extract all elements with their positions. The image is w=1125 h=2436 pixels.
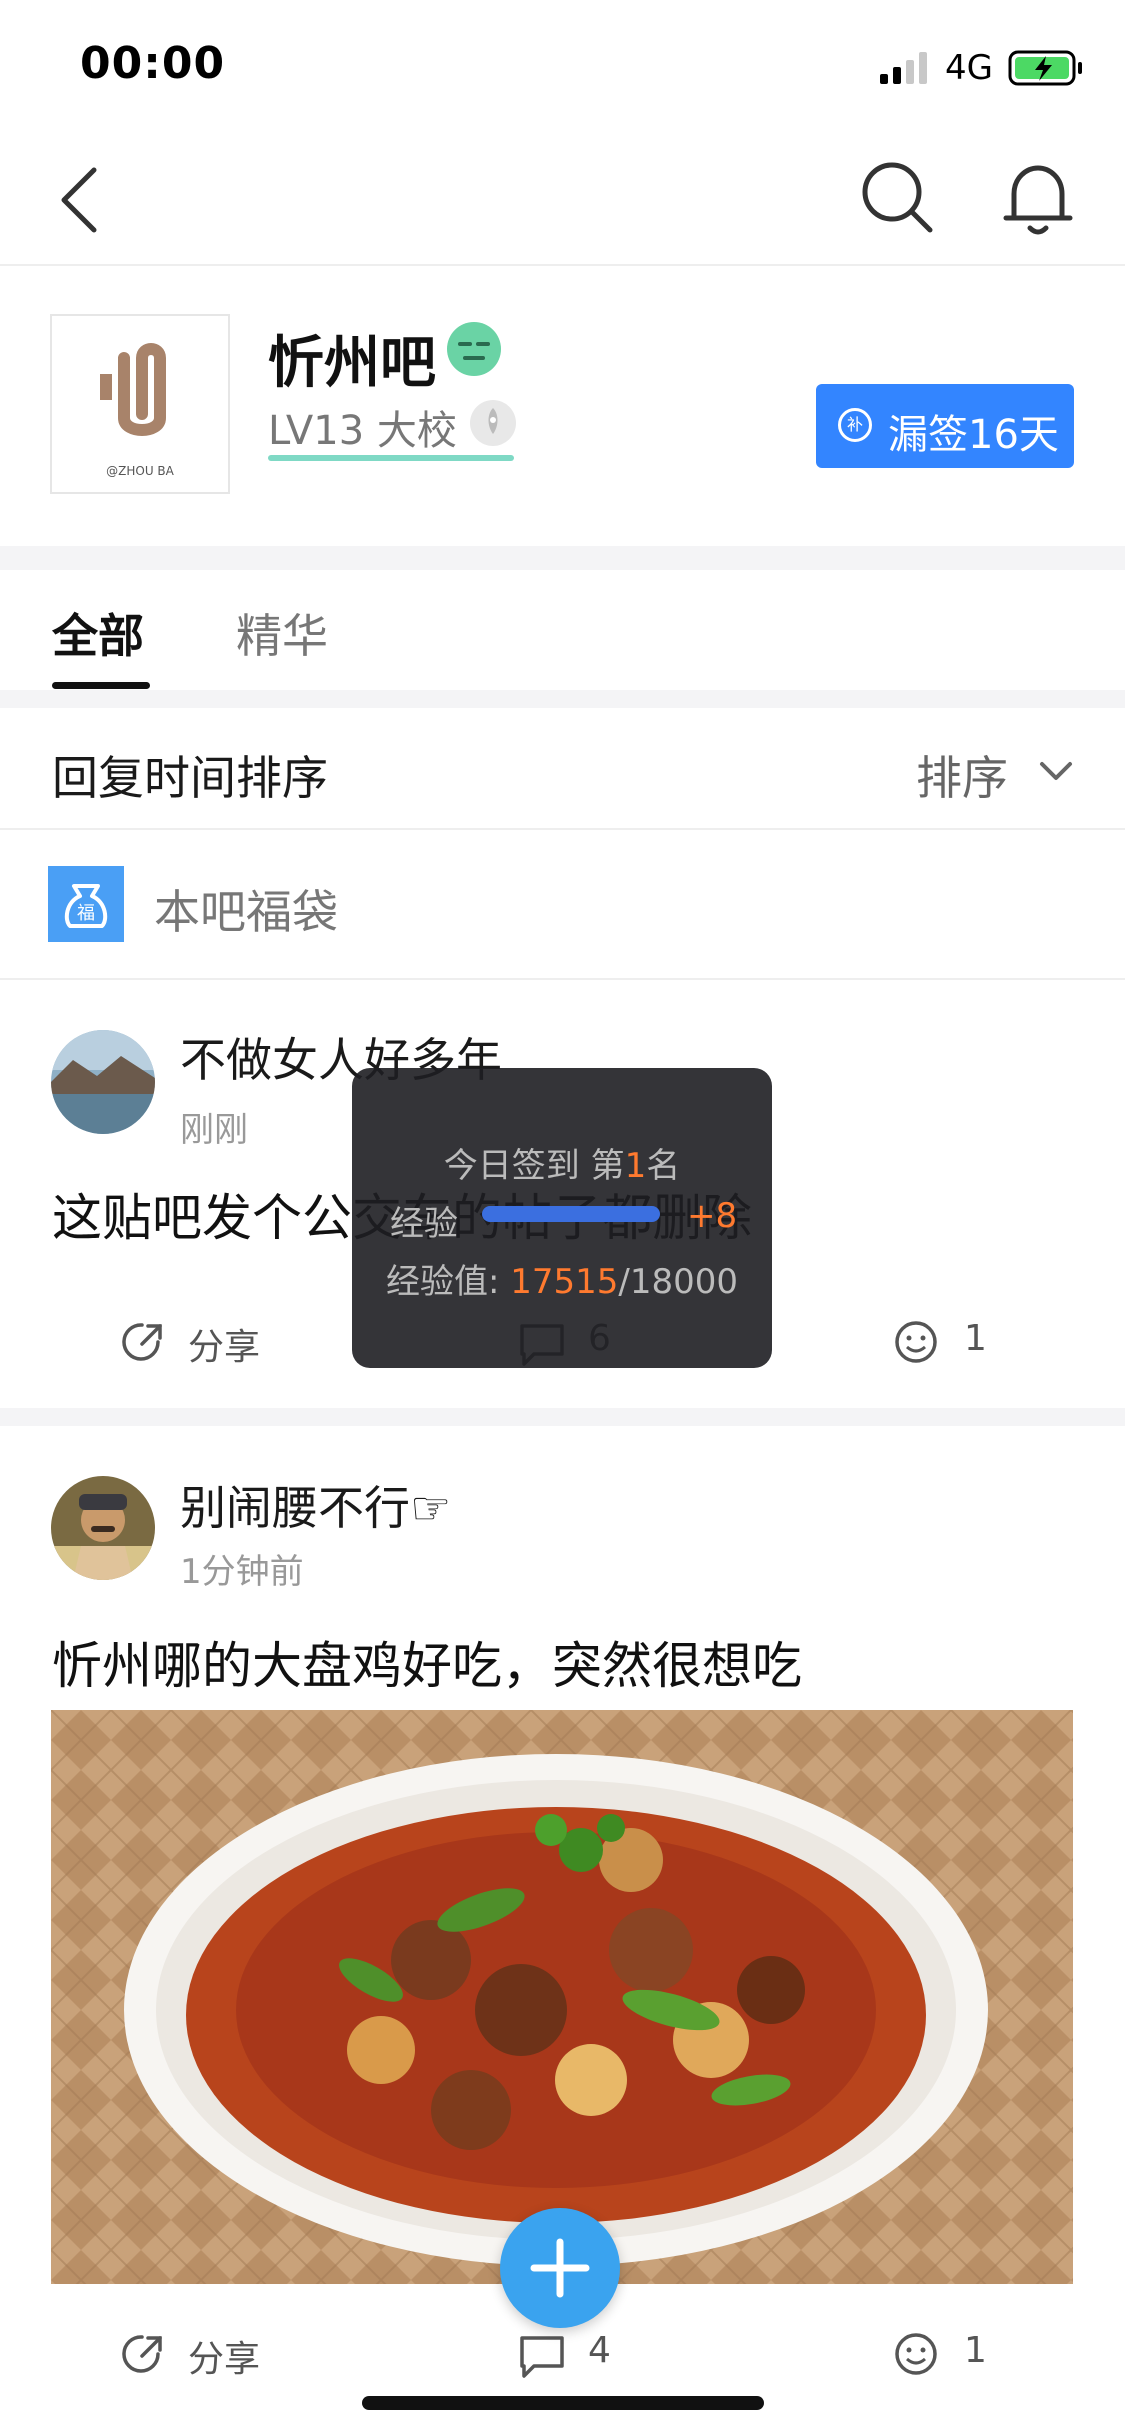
toast-exp-bar (482, 1206, 660, 1222)
toast-exp-value: 经验值: 17515/18000 (352, 1254, 772, 1303)
bell-icon[interactable] (1000, 158, 1076, 238)
tab-active-indicator (52, 682, 150, 689)
status-time: 00:00 (80, 38, 226, 89)
post-time: 1分钟前 (180, 1552, 304, 1592)
nav-divider (0, 264, 1125, 266)
forum-level: LV13 大校 (268, 408, 457, 454)
forum-name: 忻州吧 (268, 331, 436, 396)
home-indicator[interactable] (362, 2396, 764, 2410)
toast-exp-value-label: 经验值: (385, 1262, 511, 1302)
search-icon[interactable] (860, 160, 934, 234)
comment-icon[interactable] (518, 2332, 566, 2380)
avatar[interactable] (51, 1030, 155, 1134)
like-face-icon[interactable] (892, 1318, 940, 1366)
check-in-toast: 今日签到 第1名 经验 +8 经验值: 17515/18000 (352, 1068, 772, 1368)
toast-exp-current: 17515 (510, 1262, 619, 1302)
sign-in-button[interactable]: 补 漏签16天 (816, 384, 1074, 468)
section-gap (0, 546, 1125, 570)
toast-rank-line: 今日签到 第1名 (352, 1138, 772, 1187)
post-image[interactable] (51, 1710, 1073, 2284)
tab-all[interactable]: 全部 (52, 600, 144, 666)
lucky-bag-icon[interactable]: 福 (48, 866, 124, 942)
post-username[interactable]: 别闹腰不行☞ (180, 1472, 451, 1538)
chevron-down-icon[interactable] (1036, 752, 1076, 792)
tab-featured[interactable]: 精华 (236, 600, 328, 666)
rocket-icon (470, 400, 516, 446)
lucky-bag-label[interactable]: 本吧福袋 (154, 876, 338, 942)
sign-in-label: 漏签16天 (888, 412, 1059, 458)
share-icon[interactable] (118, 1318, 166, 1366)
lucky-divider (0, 978, 1125, 980)
toast-rank-prefix: 今日签到 第 (443, 1146, 625, 1186)
section-gap (0, 690, 1125, 708)
toast-rank-suffix: 名 (646, 1146, 681, 1186)
battery-icon (1008, 50, 1082, 86)
sort-title: 回复时间排序 (52, 751, 328, 805)
toast-rank: 1 (624, 1146, 647, 1186)
level-progress-bar (268, 455, 514, 461)
signal-icon (880, 52, 927, 84)
toast-exp-gain: +8 (687, 1196, 738, 1236)
like-count[interactable]: 1 (964, 1318, 987, 1359)
new-post-button[interactable] (500, 2208, 620, 2328)
like-face-icon[interactable] (892, 2330, 940, 2378)
lucky-bag-char: 福 (77, 903, 95, 924)
share-icon[interactable] (118, 2330, 166, 2378)
emoji-face-icon (447, 322, 501, 376)
logo-caption: @ZHOU BA (106, 464, 174, 478)
toast-exp-total: /18000 (618, 1262, 739, 1302)
sort-button[interactable]: 排序 (916, 742, 1008, 808)
post-gap (0, 1408, 1125, 1426)
back-icon[interactable] (50, 160, 110, 240)
make-up-sign-icon: 补 (838, 408, 872, 442)
share-label[interactable]: 分享 (188, 2330, 260, 2382)
post-title[interactable]: 忻州哪的大盘鸡好吃，突然很想吃 (52, 1626, 802, 1698)
plus-icon (530, 2238, 590, 2298)
sort-divider (0, 828, 1125, 830)
avatar[interactable] (51, 1476, 155, 1580)
toast-exp-label: 经验 (390, 1204, 458, 1244)
network-label: 4G (945, 48, 993, 88)
logo-mark (100, 343, 166, 436)
post-time: 刚刚 (180, 1110, 248, 1150)
like-count[interactable]: 1 (964, 2330, 987, 2371)
comment-count[interactable]: 4 (588, 2330, 611, 2371)
share-label[interactable]: 分享 (188, 1318, 260, 1370)
forum-logo[interactable]: @ZHOU BA (50, 314, 230, 494)
